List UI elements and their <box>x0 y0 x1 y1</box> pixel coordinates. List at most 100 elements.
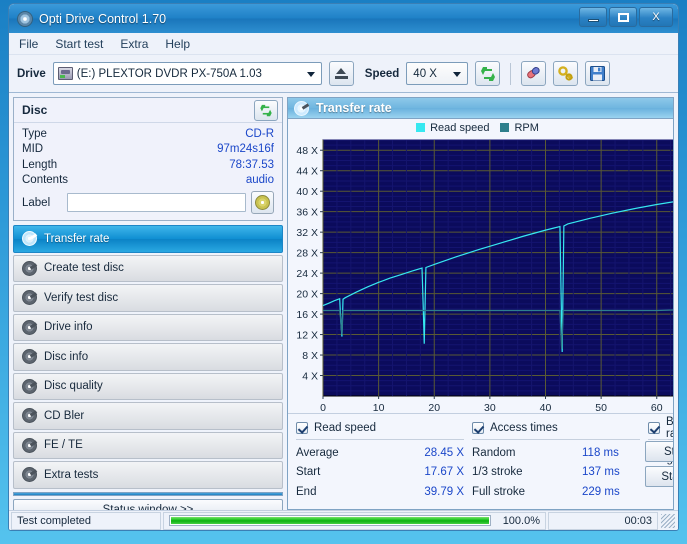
elapsed-time: 00:03 <box>548 511 658 530</box>
result-value: 28.45 X <box>424 446 464 459</box>
svg-text:20 X: 20 X <box>296 289 318 301</box>
extra-tests-icon <box>22 467 37 483</box>
toolbar-divider <box>510 62 512 85</box>
disc-verify-icon <box>22 290 37 306</box>
sidebar-item-extra-tests[interactable]: Extra tests <box>13 461 283 489</box>
title-bar: Opti Drive Control 1.70 X <box>9 4 678 33</box>
refresh-icon <box>260 104 272 116</box>
minimize-button[interactable] <box>579 7 607 27</box>
sidebar-item-label: Drive info <box>44 321 93 334</box>
disc-label-row: Label <box>22 191 274 214</box>
speed-label: Speed <box>364 67 400 80</box>
disc-refresh-button[interactable] <box>254 99 278 121</box>
disc-row-key: Type <box>22 127 47 140</box>
status-window-button[interactable]: Status window >> <box>13 498 283 510</box>
resize-grip[interactable] <box>661 513 675 528</box>
settings-button[interactable] <box>553 61 579 86</box>
svg-text:4 X: 4 X <box>302 371 318 383</box>
chart-canvas: 4 X 8 X 12 X 16 X 20 X 24 X 28 X 32 X 36 X 40 X 44… <box>296 139 673 414</box>
burst-rate-header: Burst rate 15.6 MB/s <box>648 416 674 440</box>
svg-text:28 X: 28 X <box>296 248 318 260</box>
key-icon <box>557 65 573 81</box>
sidebar-item-label: Disc info <box>44 350 89 363</box>
refresh-button[interactable] <box>475 61 501 86</box>
legend-swatch-rpm <box>500 123 510 132</box>
eject-button[interactable] <box>328 61 354 86</box>
toolbar: Drive (E:) PLEXTOR DVDR PX-750A 1.03 Spe… <box>9 55 678 93</box>
disc-speed-icon <box>294 100 309 116</box>
sidebar-nav: Transfer rate Create test disc Verify te… <box>13 225 283 489</box>
result-value: 118 ms <box>582 446 619 459</box>
disc-label-button[interactable] <box>251 191 274 214</box>
result-value: 39.79 X <box>424 485 464 498</box>
sidebar-filler <box>13 491 283 496</box>
erase-button[interactable] <box>521 61 547 86</box>
burst-rate-results: Burst rate 15.6 MB/s CPU usage 55 % Star… <box>645 416 674 509</box>
status-message: Test completed <box>11 511 161 530</box>
sidebar-item-create-test-disc[interactable]: Create test disc <box>13 254 283 282</box>
disc-label-input[interactable] <box>67 193 246 212</box>
svg-text:36 X: 36 X <box>296 207 318 219</box>
result-row-full-stroke: Full stroke 229 ms <box>472 482 640 502</box>
disc-row-value: CD-R <box>245 127 274 140</box>
menu-item-file[interactable]: File <box>19 37 38 51</box>
divider <box>296 439 464 440</box>
access-times-title: Access times <box>490 422 558 434</box>
svg-text:8 X: 8 X <box>302 350 318 362</box>
svg-text:16 X: 16 X <box>296 309 318 321</box>
disc-info-rows: Type CD-R MID 97m24s16f Length 78:37.53 … <box>14 123 282 220</box>
save-button[interactable] <box>585 61 611 86</box>
svg-text:30: 30 <box>484 402 496 414</box>
disc-panel-header: Disc <box>14 98 282 123</box>
close-button[interactable]: X <box>639 7 673 27</box>
menu-item-start-test[interactable]: Start test <box>55 37 103 51</box>
window-title: Opti Drive Control 1.70 <box>39 11 167 26</box>
menu-item-help[interactable]: Help <box>165 37 190 51</box>
burst-rate-title: Burst rate <box>666 416 674 440</box>
svg-text:60: 60 <box>651 402 663 414</box>
legend-label-read-speed: Read speed <box>430 121 490 134</box>
disc-panel-title: Disc <box>22 103 48 117</box>
disc-burn-icon <box>22 260 37 276</box>
sidebar-item-transfer-rate[interactable]: Transfer rate <box>13 225 283 253</box>
progress-bar <box>169 515 491 526</box>
result-key: Start <box>296 466 321 479</box>
start-part-button[interactable]: Start part <box>645 466 673 487</box>
app-window: Opti Drive Control 1.70 X File Start tes… <box>8 3 679 531</box>
drive-info-icon <box>22 319 37 335</box>
drive-icon <box>57 67 73 80</box>
svg-text:50: 50 <box>595 402 607 414</box>
disc-row-mid: MID 97m24s16f <box>22 142 274 158</box>
disc-row-value: audio <box>245 174 274 187</box>
read-speed-results: Read speed Average 28.45 X Start 17.67 X… <box>296 419 464 509</box>
content-panel-title: Transfer rate <box>316 101 392 115</box>
read-speed-title: Read speed <box>314 422 377 434</box>
sidebar-item-fe-te[interactable]: FE / TE <box>13 431 283 459</box>
drive-select-value: (E:) PLEXTOR DVDR PX-750A 1.03 <box>76 67 262 80</box>
sidebar-item-label: Transfer rate <box>44 232 110 245</box>
speed-select[interactable]: 40 X <box>406 62 469 85</box>
access-times-checkbox[interactable] <box>472 422 484 434</box>
start-full-button[interactable]: Start full <box>645 441 673 462</box>
menu-item-extra[interactable]: Extra <box>120 37 148 51</box>
maximize-button[interactable] <box>609 7 637 27</box>
result-row-third-stroke: 1/3 stroke 137 ms <box>472 463 640 483</box>
read-speed-checkbox[interactable] <box>296 422 308 434</box>
menu-bar: File Start test Extra Help <box>9 33 678 55</box>
speed-select-value: 40 X <box>413 67 437 80</box>
sidebar-item-drive-info[interactable]: Drive info <box>13 313 283 341</box>
progress-text: 100.0% <box>502 514 540 527</box>
svg-text:20: 20 <box>428 402 440 414</box>
chart-legend: Read speed RPM <box>288 119 673 136</box>
burst-rate-checkbox[interactable] <box>648 422 660 434</box>
sidebar-item-disc-info[interactable]: Disc info <box>13 343 283 371</box>
sidebar-item-verify-test-disc[interactable]: Verify test disc <box>13 284 283 312</box>
drive-select[interactable]: (E:) PLEXTOR DVDR PX-750A 1.03 <box>52 62 322 85</box>
result-row-random: Random 118 ms <box>472 443 640 463</box>
disc-row-length: Length 78:37.53 <box>22 157 274 173</box>
start-buttons: Start full Start part <box>645 441 673 487</box>
sidebar-item-disc-quality[interactable]: Disc quality <box>13 372 283 400</box>
svg-text:10: 10 <box>373 402 385 414</box>
sidebar-item-cd-bler[interactable]: CD Bler <box>13 402 283 430</box>
legend-label-rpm: RPM <box>514 121 539 134</box>
